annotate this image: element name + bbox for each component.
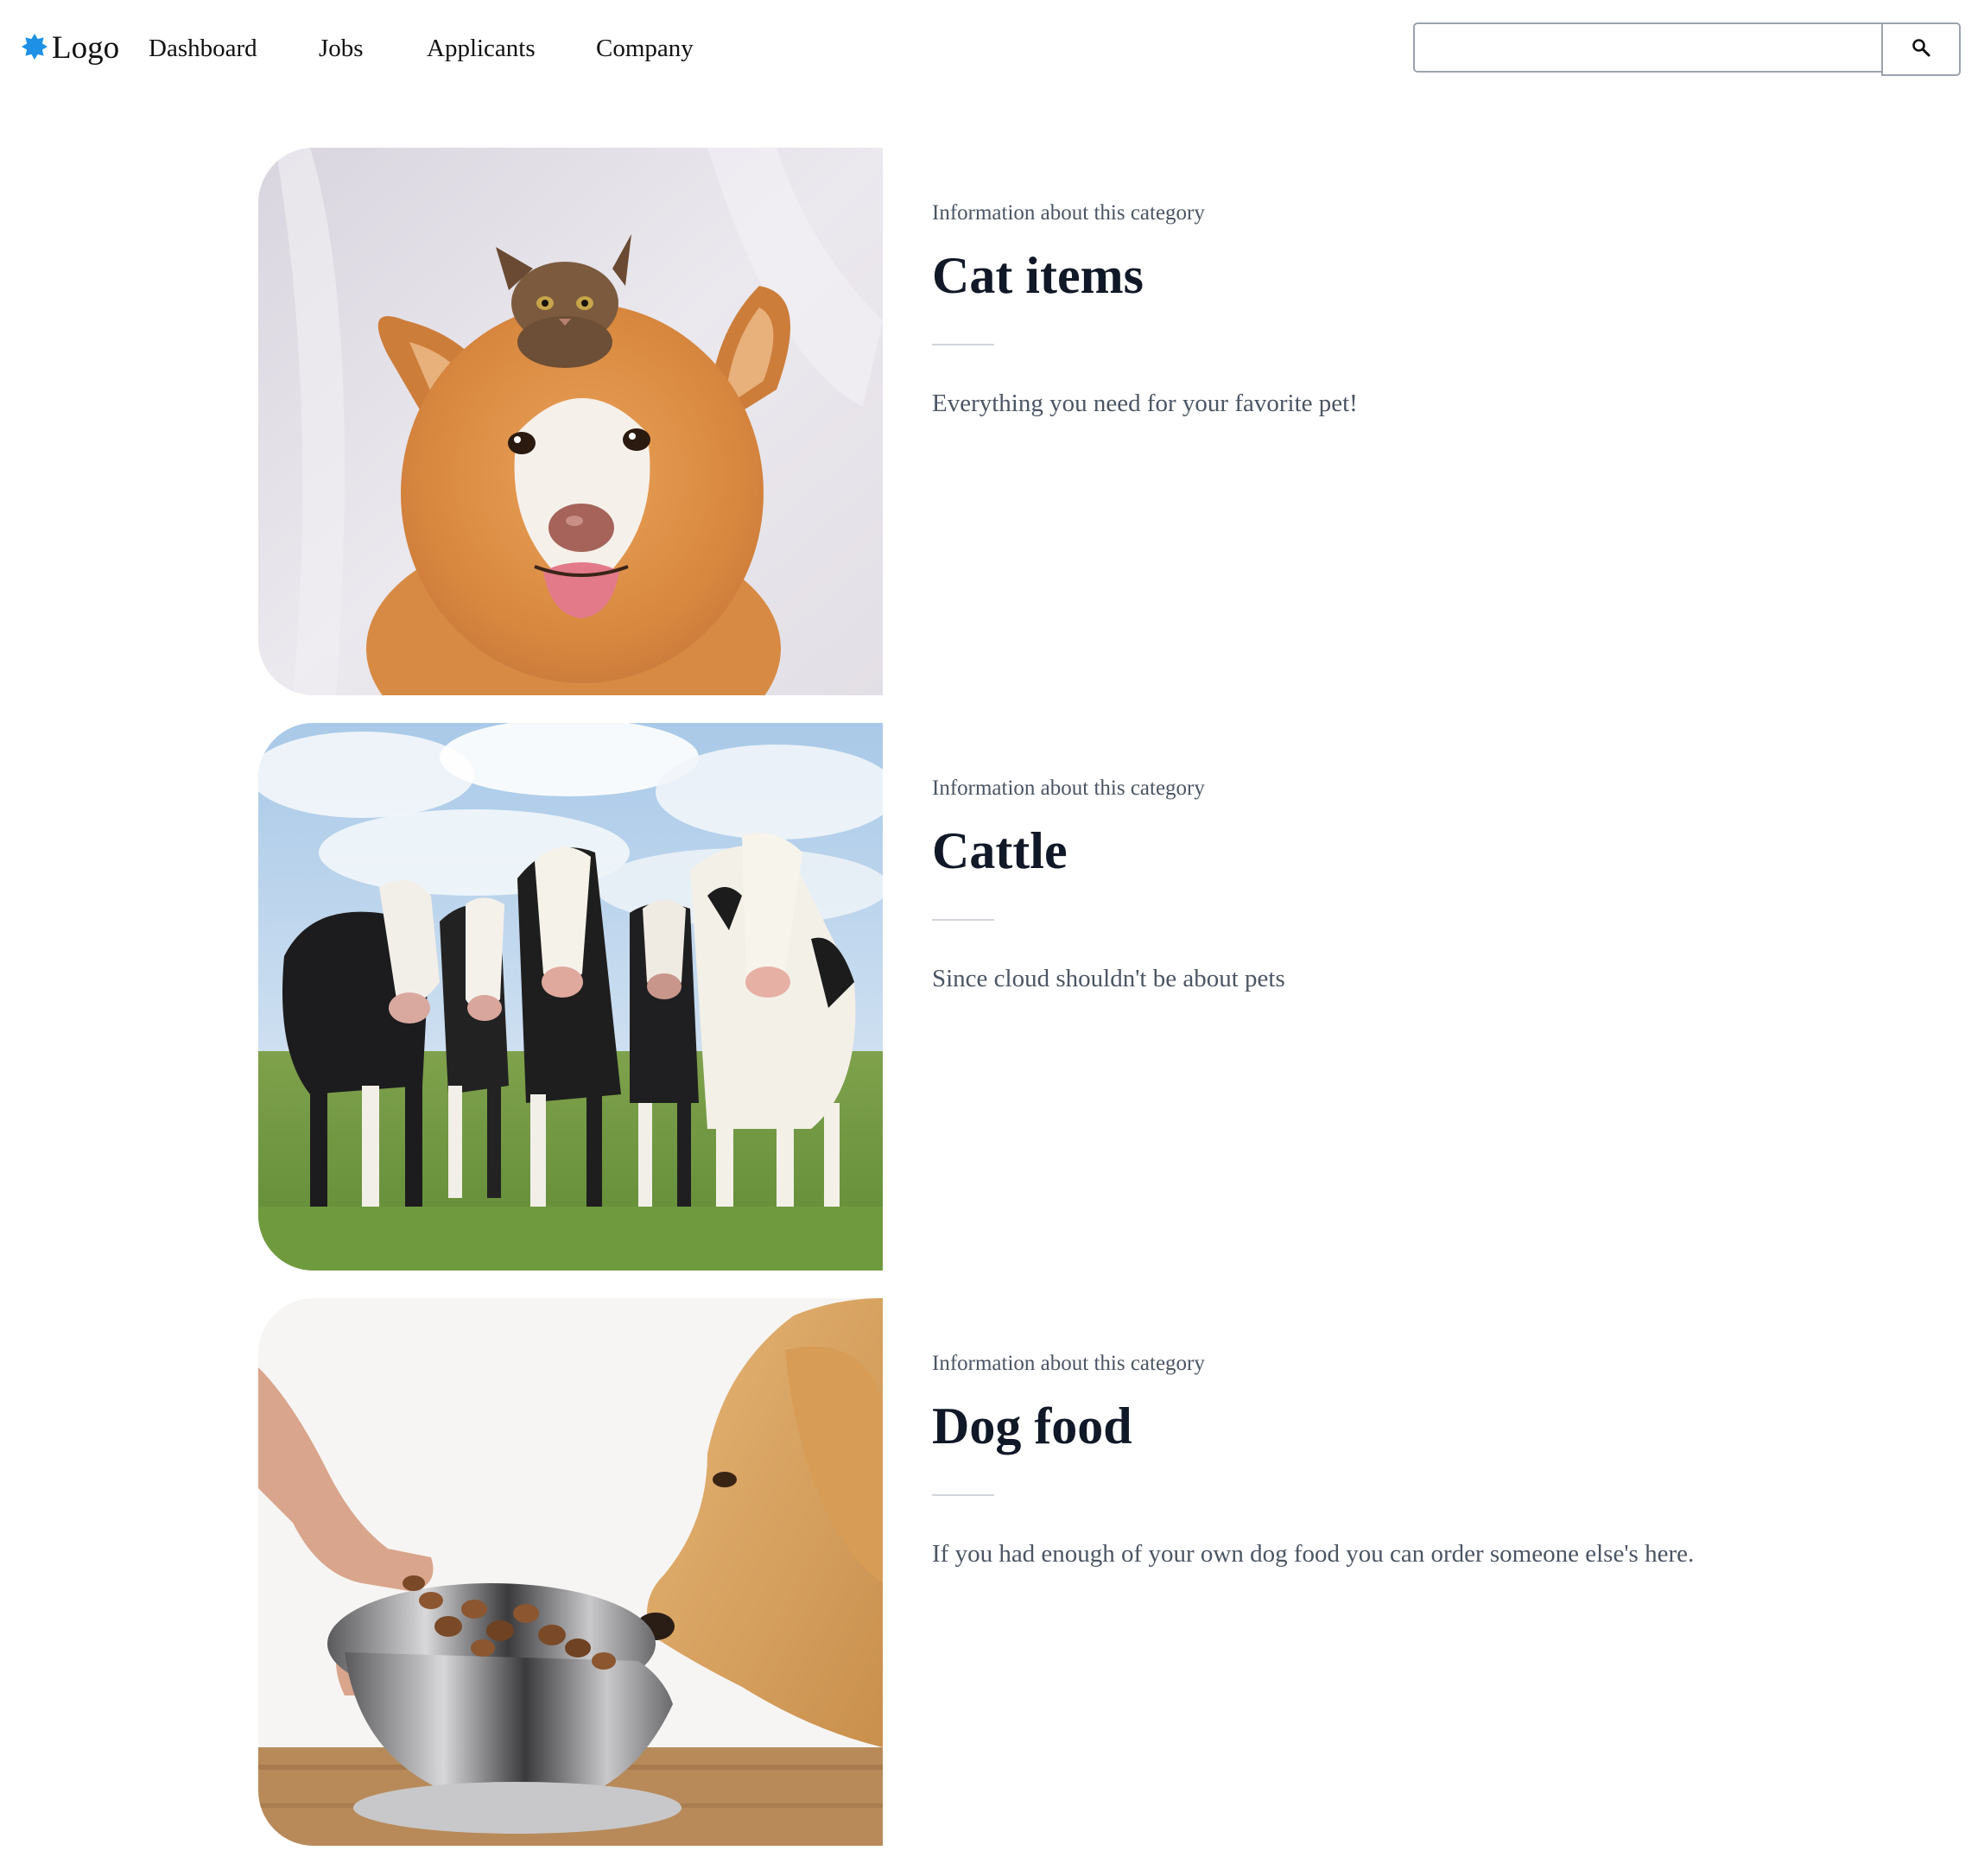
cows-in-field-photo [258, 723, 883, 1271]
nav-link-jobs[interactable]: Jobs [319, 33, 364, 64]
category-card-cattle: Information about this category Cattle S… [258, 723, 1899, 1271]
category-divider [932, 344, 994, 345]
logo-text: Logo [52, 30, 120, 66]
top-navigation-bar: Logo Dashboard Jobs Applicants Company [0, 0, 1978, 100]
category-description: Everything you need for your favorite pe… [932, 390, 1358, 417]
category-description: Since cloud shouldn't be about pets [932, 965, 1285, 992]
nav-link-company[interactable]: Company [596, 33, 694, 64]
category-eyebrow: Information about this category [932, 1352, 1205, 1375]
category-image-dog-food-bowl[interactable] [258, 1298, 883, 1846]
dog-food-bowl-photo [258, 1298, 883, 1846]
category-title: Dog food [932, 1397, 1132, 1455]
nav-link-dashboard[interactable]: Dashboard [149, 33, 257, 64]
category-divider [932, 1494, 994, 1496]
category-eyebrow: Information about this category [932, 201, 1205, 225]
category-description: If you had enough of your own dog food y… [932, 1540, 1695, 1568]
category-title: Cattle [932, 822, 1068, 879]
search-button[interactable] [1881, 22, 1961, 76]
category-eyebrow: Information about this category [932, 776, 1205, 800]
category-image-dog-with-kitten[interactable] [258, 148, 883, 695]
search-icon [1911, 37, 1931, 62]
category-card-dog-food: Information about this category Dog food… [258, 1298, 1899, 1846]
logo[interactable]: Logo [21, 29, 119, 67]
category-image-cows-in-field[interactable] [258, 723, 883, 1271]
logo-star-icon [21, 33, 52, 65]
category-card-cat-items: Information about this category Cat item… [258, 148, 1899, 695]
nav-link-applicants[interactable]: Applicants [427, 33, 536, 64]
dog-with-kitten-photo [258, 148, 883, 695]
search-input[interactable] [1413, 22, 1881, 73]
category-divider [932, 919, 994, 921]
category-title: Cat items [932, 247, 1144, 304]
